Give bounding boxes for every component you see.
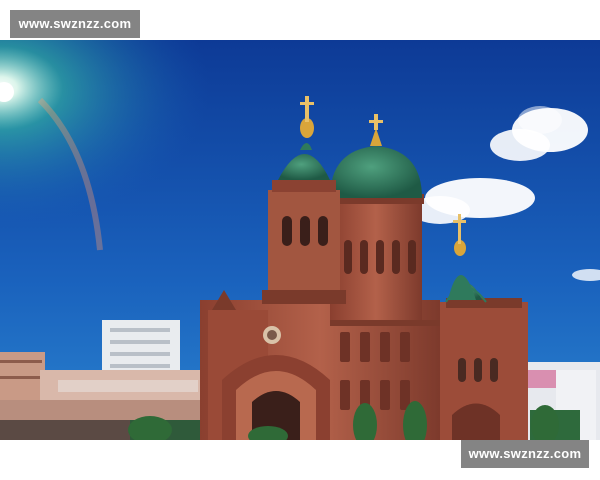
watermark-top: www.swznzz.com (10, 10, 140, 38)
cathedral-photo (0, 40, 600, 440)
watermark-bottom: www.swznzz.com (461, 440, 589, 468)
cathedral-scene (0, 40, 600, 440)
image-frame: www.swznzz.com www.swznzz.com (0, 0, 600, 480)
